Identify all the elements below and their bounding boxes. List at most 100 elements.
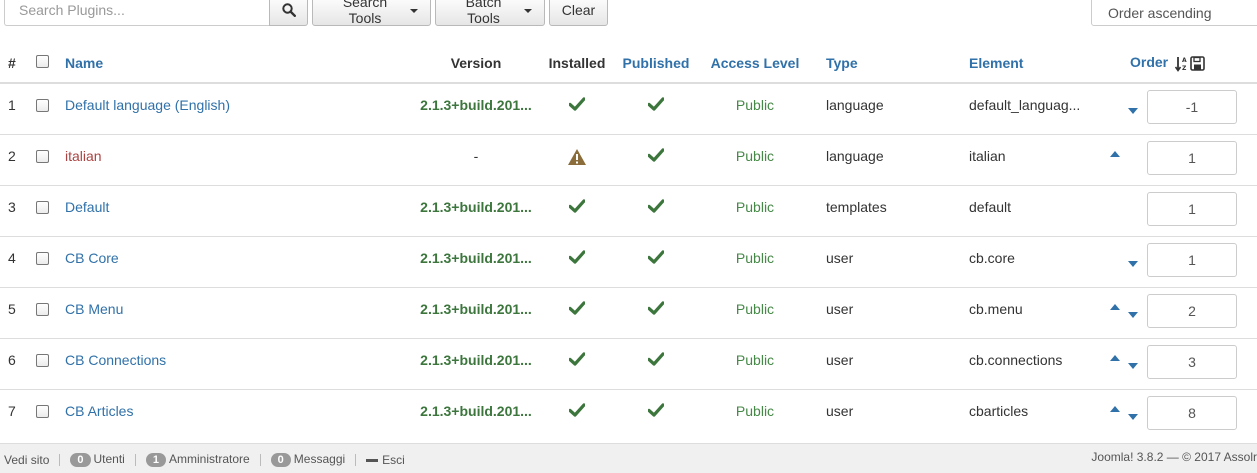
row-order-cell <box>1076 236 1257 288</box>
access-level: Public <box>735 250 775 266</box>
row-name-cell: CB Connections <box>56 338 414 390</box>
plugin-name-link[interactable]: CB Core <box>65 250 119 266</box>
row-order-cell <box>1076 82 1257 135</box>
row-published-cell <box>616 82 696 135</box>
row-installed-cell <box>538 82 616 135</box>
check-icon <box>569 352 585 366</box>
row-checkbox[interactable] <box>36 354 49 367</box>
row-order-cell <box>1076 134 1257 186</box>
plugin-type: user <box>826 352 854 368</box>
clear-button[interactable]: Clear <box>549 0 608 26</box>
publish-toggle[interactable] <box>648 301 664 318</box>
move-up-icon[interactable] <box>1110 304 1120 310</box>
row-version-cell: 2.1.3+build.201... <box>414 185 538 237</box>
row-checkbox[interactable] <box>36 405 49 418</box>
row-check-cell <box>29 338 56 390</box>
plugin-element: cb.menu <box>969 301 1023 317</box>
move-down-icon[interactable] <box>1128 312 1138 318</box>
plugin-version: 2.1.3+build.201... <box>420 403 532 419</box>
plugin-name-link[interactable]: CB Menu <box>65 301 123 317</box>
move-up-icon[interactable] <box>1110 406 1120 412</box>
save-order-icon[interactable] <box>1190 55 1205 71</box>
access-level: Public <box>735 403 775 419</box>
plugin-name-link[interactable]: CB Articles <box>65 403 133 419</box>
plugin-version: 2.1.3+build.201... <box>420 97 532 113</box>
users-count-badge: 0 <box>70 453 91 467</box>
header-published[interactable]: Published <box>616 44 696 84</box>
plugin-version: - <box>473 148 479 164</box>
order-input[interactable] <box>1147 243 1237 277</box>
row-name-cell: Default language (English) <box>56 82 414 135</box>
row-version-cell: 2.1.3+build.201... <box>414 287 538 339</box>
row-order-cell <box>1076 287 1257 339</box>
header-installed: Installed <box>538 44 616 84</box>
row-check-cell <box>29 185 56 237</box>
publish-toggle[interactable] <box>648 352 664 369</box>
check-all-checkbox[interactable] <box>36 55 49 68</box>
publish-toggle[interactable] <box>648 403 664 420</box>
row-checkbox[interactable] <box>36 303 49 316</box>
order-input[interactable] <box>1147 141 1237 175</box>
row-access-cell: Public <box>696 287 814 339</box>
row-checkbox[interactable] <box>36 99 49 112</box>
header-access[interactable]: Access Level <box>696 44 814 84</box>
row-check-cell <box>29 287 56 339</box>
admin-label: Amministratore <box>168 452 250 466</box>
row-access-cell: Public <box>696 134 814 186</box>
row-num-cell: 6 <box>0 338 29 390</box>
order-input[interactable] <box>1147 345 1237 379</box>
row-order-cell <box>1076 338 1257 390</box>
row-installed-cell <box>538 338 616 390</box>
order-input[interactable] <box>1147 396 1237 430</box>
header-order-cell: Order A Z <box>1076 44 1257 84</box>
plugin-name-link[interactable]: italian <box>65 148 102 164</box>
plugin-element: italian <box>969 148 1006 164</box>
search-tools-button[interactable]: Search Tools <box>312 0 431 26</box>
publish-toggle[interactable] <box>648 199 664 216</box>
header-order[interactable]: Order <box>1130 54 1168 70</box>
plugin-name-link[interactable]: Default <box>65 199 109 215</box>
header-element[interactable]: Element <box>944 44 1076 84</box>
row-published-cell <box>616 236 696 288</box>
table-row: 5 CB Menu 2.1.3+build.201... Public user cb.m… <box>0 287 1257 339</box>
row-checkbox[interactable] <box>36 150 49 163</box>
order-select[interactable]: Order ascending <box>1091 0 1257 26</box>
move-down-icon[interactable] <box>1128 108 1138 114</box>
access-level: Public <box>735 301 775 317</box>
row-checkbox[interactable] <box>36 201 49 214</box>
publish-toggle[interactable] <box>648 97 664 114</box>
table-row: 7 CB Articles 2.1.3+build.201... Public user… <box>0 389 1257 440</box>
row-check-cell <box>29 236 56 288</box>
move-down-icon[interactable] <box>1128 261 1138 267</box>
check-icon <box>569 199 585 213</box>
sort-ascending-icon[interactable]: A Z <box>1175 56 1188 72</box>
row-type-cell: user <box>814 236 944 288</box>
order-input[interactable] <box>1147 294 1237 328</box>
move-down-icon[interactable] <box>1128 414 1138 420</box>
order-input[interactable] <box>1147 90 1237 124</box>
move-up-icon[interactable] <box>1110 151 1120 157</box>
plugin-type: templates <box>826 199 887 215</box>
batch-tools-button[interactable]: Batch Tools <box>435 0 545 26</box>
row-type-cell: language <box>814 82 944 135</box>
order-input[interactable] <box>1147 192 1237 226</box>
move-down-icon[interactable] <box>1128 363 1138 369</box>
header-type[interactable]: Type <box>814 44 944 84</box>
row-checkbox[interactable] <box>36 252 49 265</box>
publish-toggle[interactable] <box>648 148 664 165</box>
row-access-cell: Public <box>696 185 814 237</box>
plugin-name-link[interactable]: Default language (English) <box>65 97 230 113</box>
search-input[interactable] <box>4 0 269 26</box>
search-button[interactable] <box>269 0 308 26</box>
plugin-type: language <box>826 148 884 164</box>
table-row: 2 italian - Public language italian <box>0 134 1257 186</box>
check-icon <box>648 352 664 366</box>
publish-toggle[interactable] <box>648 250 664 267</box>
row-installed-cell <box>538 389 616 440</box>
move-up-icon[interactable] <box>1110 355 1120 361</box>
row-element-cell: cb.core <box>944 236 1076 288</box>
check-icon <box>648 250 664 264</box>
plugin-version: 2.1.3+build.201... <box>420 352 532 368</box>
plugin-name-link[interactable]: CB Connections <box>65 352 166 368</box>
header-name[interactable]: Name <box>56 44 414 84</box>
